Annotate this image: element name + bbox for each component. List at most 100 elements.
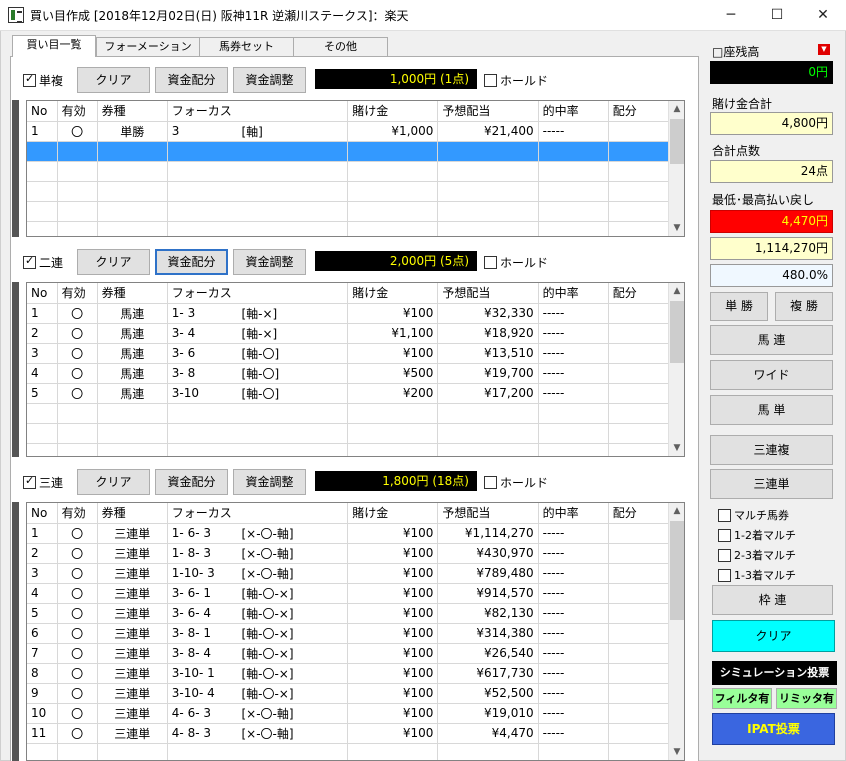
- filter-button[interactable]: フィルタ有: [712, 688, 772, 709]
- table-row[interactable]: 3 〇三連単 1-10- 3 [×-〇-軸] ¥100 ¥789,480 -----: [27, 563, 670, 584]
- table-row[interactable]: 9 〇三連単 3-10- 4 [軸-〇-×] ¥100 ¥52,500 -----: [27, 683, 670, 704]
- vertical-scrollbar[interactable]: ▲ ▼: [668, 503, 684, 760]
- table-row[interactable]: 6 〇三連単 3- 8- 1 [軸-〇-×] ¥100 ¥314,380 -----: [27, 623, 670, 644]
- row-stake: ¥100: [347, 563, 439, 584]
- empty-cell: [97, 201, 168, 222]
- table-row[interactable]: 8 〇三連単 3-10- 1 [軸-〇-×] ¥100 ¥617,730 -----: [27, 663, 670, 684]
- section-enable-checkbox[interactable]: [23, 254, 36, 269]
- empty-row[interactable]: [27, 423, 670, 444]
- hold-checkbox[interactable]: [484, 256, 497, 269]
- tab-buy-list[interactable]: 買い目一覧: [12, 35, 96, 57]
- hold-checkbox[interactable]: [484, 476, 497, 489]
- tab-other[interactable]: その他: [293, 37, 388, 56]
- scroll-down-icon[interactable]: ▼: [669, 744, 685, 760]
- allocate-funds-button[interactable]: 資金配分: [155, 67, 228, 93]
- clear-all-button[interactable]: クリア: [712, 620, 835, 652]
- scroll-up-icon[interactable]: ▲: [669, 101, 685, 117]
- scroll-thumb[interactable]: [670, 119, 684, 164]
- tansho-button[interactable]: 単 勝: [710, 292, 768, 321]
- close-button[interactable]: ✕: [800, 0, 846, 31]
- multi-checkbox[interactable]: [718, 529, 731, 542]
- row-payout: ¥1,114,270: [437, 523, 539, 544]
- col-header-allocation: 配分: [608, 503, 670, 524]
- empty-cell: [237, 221, 349, 236]
- hold-checkbox[interactable]: [484, 74, 497, 87]
- row-valid: 〇: [57, 323, 98, 344]
- adjust-funds-button[interactable]: 資金調整: [233, 249, 306, 275]
- row-payout: ¥82,130: [437, 603, 539, 624]
- section-enable-checkbox[interactable]: [23, 72, 36, 87]
- section-enable-checkbox[interactable]: [23, 474, 36, 489]
- table-row[interactable]: 1 〇馬連 1- 3 [軸-×] ¥100 ¥32,330 -----: [27, 303, 670, 324]
- adjust-funds-button[interactable]: 資金調整: [233, 469, 306, 495]
- allocate-funds-button[interactable]: 資金配分: [155, 469, 228, 495]
- adjust-funds-button[interactable]: 資金調整: [233, 67, 306, 93]
- sanrenpuku-button[interactable]: 三連複: [710, 435, 833, 465]
- row-hitrate: -----: [538, 323, 609, 344]
- scroll-up-icon[interactable]: ▲: [669, 283, 685, 299]
- scroll-thumb[interactable]: [670, 521, 684, 620]
- table-row[interactable]: 11 〇三連単 4- 8- 3 [×-〇-軸] ¥100 ¥4,470 -----: [27, 723, 670, 744]
- sanrentan-button[interactable]: 三連単: [710, 469, 833, 499]
- table-row[interactable]: 4 〇馬連 3- 8 [軸-〇] ¥500 ¥19,700 -----: [27, 363, 670, 384]
- empty-row[interactable]: [27, 403, 670, 424]
- row-focus-numbers: 3-10: [167, 383, 238, 404]
- scroll-down-icon[interactable]: ▼: [669, 440, 685, 456]
- multi-checkbox[interactable]: [718, 549, 731, 562]
- table-row[interactable]: 1 〇単勝 3 [軸] ¥1,000 ¥21,400 -----: [27, 121, 670, 142]
- clear-button[interactable]: クリア: [77, 67, 150, 93]
- empty-cell: [538, 403, 609, 424]
- tab-formation[interactable]: フォーメーション: [96, 37, 200, 56]
- maximize-button[interactable]: ☐: [754, 0, 800, 31]
- table-row[interactable]: 5 〇馬連 3-10 [軸-〇] ¥200 ¥17,200 -----: [27, 383, 670, 404]
- multi-label: 1-2着マルチ: [734, 529, 796, 542]
- wide-button[interactable]: ワイド: [710, 360, 833, 390]
- table-row[interactable]: 5 〇三連単 3- 6- 4 [軸-〇-×] ¥100 ¥82,130 -----: [27, 603, 670, 624]
- empty-row[interactable]: [27, 221, 670, 236]
- row-focus-numbers: 3- 4: [167, 323, 238, 344]
- clear-button[interactable]: クリア: [77, 249, 150, 275]
- fukusho-button[interactable]: 複 勝: [775, 292, 833, 321]
- table-row[interactable]: 10 〇三連単 4- 6- 3 [×-〇-軸] ¥100 ¥19,010 -----: [27, 703, 670, 724]
- empty-cell: [167, 161, 238, 182]
- bet-grid[interactable]: No 有効 券種 フォーカス 賭け金 予想配当 的中率 配分 1 〇馬連 1- 3 [軸-×] ¥100…: [26, 282, 685, 457]
- vertical-scrollbar[interactable]: ▲ ▼: [668, 283, 684, 456]
- minimize-button[interactable]: ─: [708, 0, 754, 31]
- row-type: 三連単: [97, 623, 168, 644]
- row-focus-mark: [軸-〇-×]: [237, 583, 349, 604]
- table-row[interactable]: 2 〇馬連 3- 4 [軸-×] ¥1,100 ¥18,920 -----: [27, 323, 670, 344]
- table-row[interactable]: 3 〇馬連 3- 6 [軸-〇] ¥100 ¥13,510 -----: [27, 343, 670, 364]
- umatan-button[interactable]: 馬 単: [710, 395, 833, 425]
- ipat-vote-button[interactable]: IPAT投票: [712, 713, 835, 745]
- empty-row[interactable]: [27, 181, 670, 202]
- multi-checkbox[interactable]: [718, 569, 731, 582]
- table-row[interactable]: 7 〇三連単 3- 8- 4 [軸-〇-×] ¥100 ¥26,540 -----: [27, 643, 670, 664]
- table-row[interactable]: 4 〇三連単 3- 6- 1 [軸-〇-×] ¥100 ¥914,570 -----: [27, 583, 670, 604]
- row-payout: ¥18,920: [437, 323, 539, 344]
- umaren-button[interactable]: 馬 連: [710, 325, 833, 355]
- table-row[interactable]: 1 〇三連単 1- 6- 3 [×-〇-軸] ¥100 ¥1,114,270 -----: [27, 523, 670, 544]
- vertical-scrollbar[interactable]: ▲ ▼: [668, 101, 684, 236]
- empty-row[interactable]: [27, 743, 670, 760]
- wakuren-button[interactable]: 枠 連: [712, 585, 833, 615]
- empty-row[interactable]: [27, 201, 670, 222]
- tab-bet-set[interactable]: 馬券セット: [199, 37, 294, 56]
- dropdown-icon[interactable]: ▼: [818, 44, 830, 55]
- empty-row[interactable]: [27, 141, 670, 162]
- multi-checkbox[interactable]: [718, 509, 731, 522]
- bet-total-value: 4,800円: [710, 112, 833, 135]
- empty-row[interactable]: [27, 161, 670, 182]
- scroll-down-icon[interactable]: ▼: [669, 220, 685, 236]
- scroll-thumb[interactable]: [670, 301, 684, 363]
- bet-grid[interactable]: No 有効 券種 フォーカス 賭け金 予想配当 的中率 配分 1 〇三連単 1- 6- 3 [×-〇-…: [26, 502, 685, 761]
- clear-button[interactable]: クリア: [77, 469, 150, 495]
- allocate-funds-button[interactable]: 資金配分: [155, 249, 228, 275]
- scroll-up-icon[interactable]: ▲: [669, 503, 685, 519]
- empty-row[interactable]: [27, 443, 670, 456]
- simulation-vote-button[interactable]: シミュレーション投票: [712, 661, 837, 685]
- app-icon: [8, 7, 24, 23]
- limiter-button[interactable]: リミッタ有: [776, 688, 837, 709]
- table-row[interactable]: 2 〇三連単 1- 8- 3 [×-〇-軸] ¥100 ¥430,970 -----: [27, 543, 670, 564]
- empty-cell: [608, 443, 670, 456]
- bet-grid[interactable]: No 有効 券種 フォーカス 賭け金 予想配当 的中率 配分 1 〇単勝 3 [軸] ¥1,000 ¥21…: [26, 100, 685, 237]
